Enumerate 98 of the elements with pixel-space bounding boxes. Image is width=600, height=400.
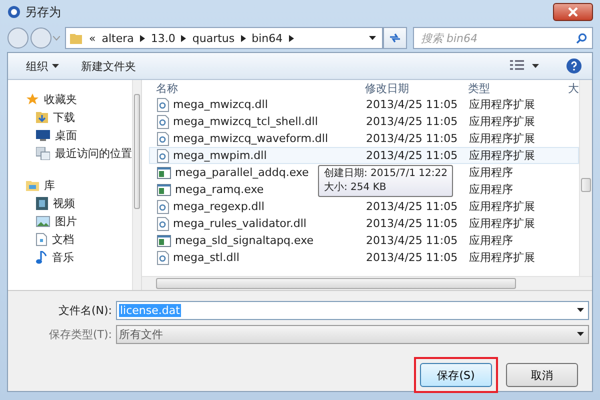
column-header[interactable]: 修改日期 [365, 80, 468, 96]
breadcrumb-arrow-icon[interactable] [288, 34, 294, 42]
file-name: mega_parallel_addq.exe [175, 166, 309, 179]
breadcrumb-arrow-icon[interactable] [181, 34, 186, 42]
file-name: mega_mwizcq_tcl_shell.dll [173, 115, 318, 128]
refresh-button[interactable] [383, 27, 407, 49]
save-button[interactable]: 保存(S) [420, 363, 492, 387]
help-icon[interactable] [566, 58, 582, 74]
breadcrumb[interactable]: altera [102, 32, 134, 44]
field-label: 文件名(N): [57, 302, 113, 318]
file-name: mega_mwizcq.dll [173, 98, 268, 111]
file-type: 应用程序 [469, 182, 513, 197]
file-type-dropdown[interactable]: 所有文件 [116, 324, 589, 344]
sidebar-item[interactable]: 下载 [26, 108, 132, 126]
file-name: mega_mwpim.dll [173, 149, 267, 162]
sidebar-item[interactable]: 收藏夹 [26, 90, 132, 108]
sidebar-item[interactable]: 库 [26, 176, 132, 194]
sidebar-item[interactable]: 文档 [26, 230, 132, 248]
music-note-icon [36, 250, 47, 264]
file-type: 应用程序扩展 [469, 131, 535, 146]
modified-date: 2013/4/25 11:05 [366, 132, 458, 145]
file-type: 应用程序扩展 [469, 114, 535, 129]
modified-date: 2013/4/25 11:05 [366, 234, 458, 247]
breadcrumb-arrow-icon[interactable] [240, 34, 246, 42]
file-name: mega_regexp.dll [173, 200, 264, 213]
scrollbar[interactable] [132, 80, 141, 290]
dll-file-icon [157, 114, 169, 128]
file-type: 应用程序扩展 [469, 148, 535, 163]
modified-date: 2013/4/25 11:05 [366, 217, 458, 230]
breadcrumb-arrow-icon[interactable] [140, 34, 145, 42]
scrollbar[interactable] [579, 80, 592, 276]
sidebar-item[interactable]: 音乐 [26, 248, 132, 266]
file-type: 应用程序扩展 [469, 97, 535, 112]
document-icon [36, 232, 47, 246]
dll-file-icon [157, 250, 169, 264]
sidebar-item[interactable]: 视频 [26, 194, 132, 212]
view-options-icon[interactable] [510, 60, 540, 72]
search-field[interactable]: 搜索 bin64 [413, 27, 593, 49]
new-folder-button[interactable]: 新建文件夹 [77, 56, 140, 76]
modified-date: 2013/4/25 11:05 [366, 251, 458, 264]
scrollbar[interactable] [142, 276, 592, 290]
file-name: mega_ramq.exe [175, 183, 264, 196]
folder-icon [69, 31, 83, 45]
search-icon [576, 32, 587, 44]
monitor-icon [36, 130, 50, 140]
tooltip-text: 大小: 254 KB [324, 181, 388, 195]
row-highlight[interactable]: mega_mwpim.dll 2013/4/25 11:05 应用程序扩展 [149, 147, 579, 164]
column-header[interactable]: 名称 [149, 80, 365, 96]
exe-file-icon [157, 166, 171, 178]
dll-file-icon [157, 98, 169, 112]
tooltip-text: 创建日期: 2015/7/1 12:22 [324, 167, 448, 181]
breadcrumb[interactable]: quartus [192, 32, 235, 44]
dropdown-caret-icon[interactable] [369, 36, 376, 40]
recent-places-icon [36, 146, 50, 160]
exe-file-icon [157, 184, 171, 196]
column-header[interactable]: 类型 [468, 80, 566, 96]
app-icon [7, 5, 21, 19]
organize-menu[interactable]: 组织 [22, 56, 63, 76]
dropdown-caret-icon[interactable] [577, 308, 584, 312]
field-label: 保存类型(T): [48, 326, 113, 342]
file-type: 应用程序 [469, 233, 513, 248]
dll-file-icon [157, 148, 169, 162]
file-name: mega_mwizcq_waveform.dll [173, 132, 328, 145]
overflow-chevron[interactable]: « [89, 32, 96, 44]
modified-date: 2013/4/25 11:05 [366, 115, 458, 128]
address-bar[interactable]: « altera 13.0 quartus bin64 [65, 27, 383, 49]
folder-icon [26, 179, 39, 191]
modified-date: 2013/4/25 11:05 [366, 98, 458, 111]
sidebar-item[interactable]: 桌面 [26, 126, 132, 144]
column-header[interactable]: 大 [566, 80, 579, 96]
breadcrumb[interactable]: 13.0 [150, 32, 176, 44]
dll-file-icon [157, 216, 169, 230]
picture-icon [36, 216, 50, 226]
sidebar-item[interactable]: 最近访问的位置 [26, 144, 132, 162]
sidebar-item[interactable]: 图片 [26, 212, 132, 230]
file-type: 应用程序扩展 [469, 216, 535, 231]
dropdown-caret-icon[interactable] [577, 332, 584, 336]
dll-file-icon [157, 132, 169, 146]
file-type: 应用程序扩展 [469, 250, 535, 265]
exe-file-icon [157, 234, 171, 246]
close-icon [568, 7, 578, 17]
dll-file-icon [157, 200, 169, 214]
file-type: 应用程序 [469, 165, 513, 180]
file-name: mega_stl.dll [173, 251, 240, 264]
modified-date: 2013/4/25 11:05 [366, 200, 458, 213]
cancel-button[interactable]: 取消 [506, 363, 578, 387]
modified-date: 2013/4/25 11:05 [366, 149, 458, 162]
film-icon [36, 196, 48, 210]
download-folder-icon [36, 110, 48, 124]
breadcrumb[interactable]: bin64 [252, 32, 283, 44]
close-button[interactable] [553, 3, 593, 21]
caret-icon [52, 64, 59, 68]
star-icon [26, 92, 39, 106]
window-title: 另存为 [25, 4, 61, 20]
file-name: mega_sld_signaltapq.exe [175, 234, 314, 247]
file-type: 应用程序扩展 [469, 199, 535, 214]
file-name: mega_rules_validator.dll [173, 217, 306, 230]
refresh-icon [388, 32, 402, 44]
